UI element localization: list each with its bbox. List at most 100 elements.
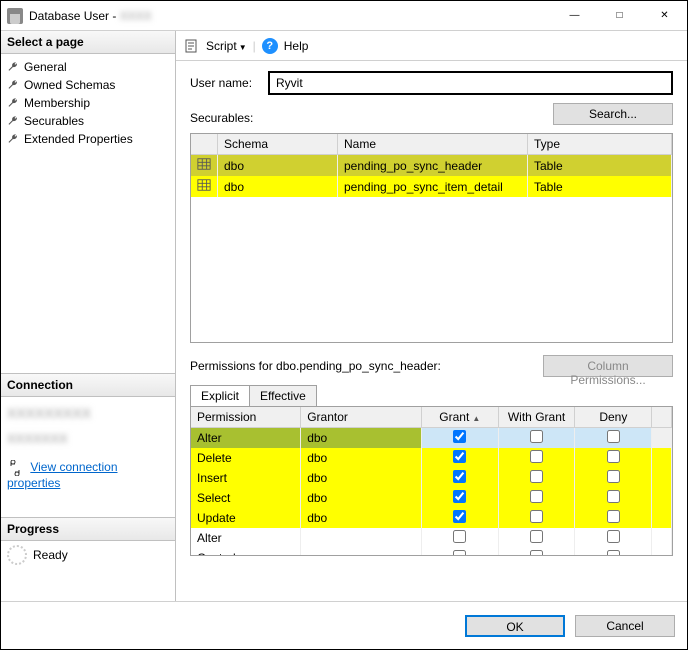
page-label: General — [24, 60, 67, 74]
cell-deny[interactable] — [575, 508, 652, 528]
col-grantor[interactable]: Grantor — [301, 407, 422, 428]
cell-grant[interactable] — [421, 508, 498, 528]
view-connection-properties[interactable]: View connection properties — [7, 460, 169, 490]
cell-with-grant[interactable] — [498, 448, 575, 468]
row-header-icon — [191, 176, 218, 197]
cell-grant[interactable] — [421, 468, 498, 488]
page-general[interactable]: General — [7, 58, 169, 76]
securables-row[interactable]: dbo pending_po_sync_header Table — [191, 155, 672, 177]
cell-grant[interactable] — [421, 548, 498, 556]
cell-with-grant[interactable] — [498, 548, 575, 556]
view-connection-properties-link[interactable]: View connection properties — [7, 460, 118, 490]
permission-checkbox[interactable] — [530, 490, 543, 503]
cell-grant[interactable] — [421, 488, 498, 508]
scrollbar-cell[interactable] — [652, 428, 672, 449]
col-grant[interactable]: Grant▲ — [421, 407, 498, 428]
tab-explicit[interactable]: Explicit — [190, 385, 250, 406]
permission-checkbox[interactable] — [607, 470, 620, 483]
page-extended-properties[interactable]: Extended Properties — [7, 130, 169, 148]
securables-grid[interactable]: Schema Name Type dbo pending_po_sync_hea… — [190, 133, 673, 343]
cell-permission: Select — [191, 488, 301, 508]
permission-row[interactable]: Select dbo — [191, 488, 672, 508]
cell-type: Table — [528, 176, 672, 197]
scrollbar-cell[interactable] — [652, 448, 672, 468]
permission-checkbox[interactable] — [607, 510, 620, 523]
col-with-grant[interactable]: With Grant — [498, 407, 575, 428]
sort-asc-icon: ▲ — [472, 414, 480, 423]
connection-user: XXXXXXX — [7, 431, 169, 446]
cell-deny[interactable] — [575, 488, 652, 508]
cell-with-grant[interactable] — [498, 428, 575, 449]
username-input[interactable] — [268, 71, 673, 95]
permission-row[interactable]: Control — [191, 548, 672, 556]
permission-checkbox[interactable] — [607, 430, 620, 443]
permission-checkbox[interactable] — [453, 550, 466, 556]
script-button[interactable]: Script▼ — [206, 39, 247, 53]
cell-with-grant[interactable] — [498, 468, 575, 488]
cell-with-grant[interactable] — [498, 528, 575, 548]
search-button[interactable]: Search... — [553, 103, 673, 125]
page-owned-schemas[interactable]: Owned Schemas — [7, 76, 169, 94]
maximize-button[interactable]: □ — [597, 1, 642, 31]
col-name[interactable]: Name — [338, 134, 528, 155]
cell-deny[interactable] — [575, 428, 652, 449]
cell-deny[interactable] — [575, 468, 652, 488]
permission-row[interactable]: Insert dbo — [191, 468, 672, 488]
cell-with-grant[interactable] — [498, 508, 575, 528]
progress-header: Progress — [1, 517, 175, 541]
col-permission[interactable]: Permission — [191, 407, 301, 428]
page-securables[interactable]: Securables — [7, 112, 169, 130]
cell-permission: Delete — [191, 448, 301, 468]
permission-row[interactable]: Update dbo — [191, 508, 672, 528]
help-button[interactable]: Help — [284, 39, 309, 53]
permission-row[interactable]: Alter — [191, 528, 672, 548]
permission-checkbox[interactable] — [530, 530, 543, 543]
permission-checkbox[interactable] — [530, 550, 543, 556]
cancel-button[interactable]: Cancel — [575, 615, 675, 637]
permission-checkbox[interactable] — [530, 470, 543, 483]
col-deny[interactable]: Deny — [575, 407, 652, 428]
ok-button[interactable]: OK — [465, 615, 565, 637]
col-type[interactable]: Type — [528, 134, 672, 155]
permission-checkbox[interactable] — [453, 530, 466, 543]
permission-checkbox[interactable] — [530, 510, 543, 523]
caret-down-icon: ▼ — [239, 43, 247, 52]
cell-grant[interactable] — [421, 448, 498, 468]
minimize-button[interactable]: — — [552, 1, 597, 31]
cell-deny[interactable] — [575, 448, 652, 468]
scrollbar-cell[interactable] — [652, 548, 672, 556]
permission-checkbox[interactable] — [453, 430, 466, 443]
permission-row[interactable]: Alter dbo — [191, 428, 672, 449]
permission-checkbox[interactable] — [453, 470, 466, 483]
scrollbar-cell[interactable] — [652, 508, 672, 528]
close-button[interactable]: ✕ — [642, 1, 687, 31]
permission-checkbox[interactable] — [453, 510, 466, 523]
cell-deny[interactable] — [575, 548, 652, 556]
securables-label: Securables: — [190, 111, 545, 125]
permission-row[interactable]: Delete dbo — [191, 448, 672, 468]
permission-checkbox[interactable] — [607, 490, 620, 503]
scrollbar-cell[interactable] — [652, 488, 672, 508]
cell-with-grant[interactable] — [498, 488, 575, 508]
page-label: Membership — [24, 96, 90, 110]
scrollbar-cell[interactable] — [652, 468, 672, 488]
permission-checkbox[interactable] — [453, 450, 466, 463]
page-membership[interactable]: Membership — [7, 94, 169, 112]
permission-checkbox[interactable] — [607, 450, 620, 463]
cell-deny[interactable] — [575, 528, 652, 548]
permissions-grid[interactable]: Permission Grantor Grant▲ With Grant Den… — [190, 406, 673, 556]
permission-checkbox[interactable] — [453, 490, 466, 503]
securables-row[interactable]: dbo pending_po_sync_item_detail Table — [191, 176, 672, 197]
wrench-icon — [7, 133, 19, 145]
permission-checkbox[interactable] — [607, 550, 620, 556]
tab-effective[interactable]: Effective — [249, 385, 317, 406]
permission-checkbox[interactable] — [607, 530, 620, 543]
cell-grant[interactable] — [421, 528, 498, 548]
wrench-icon — [7, 61, 19, 73]
connection-server: XXXXXXXXX — [7, 405, 169, 421]
permission-checkbox[interactable] — [530, 450, 543, 463]
col-schema[interactable]: Schema — [218, 134, 338, 155]
scrollbar-cell[interactable] — [652, 528, 672, 548]
permission-checkbox[interactable] — [530, 430, 543, 443]
cell-grant[interactable] — [421, 428, 498, 449]
